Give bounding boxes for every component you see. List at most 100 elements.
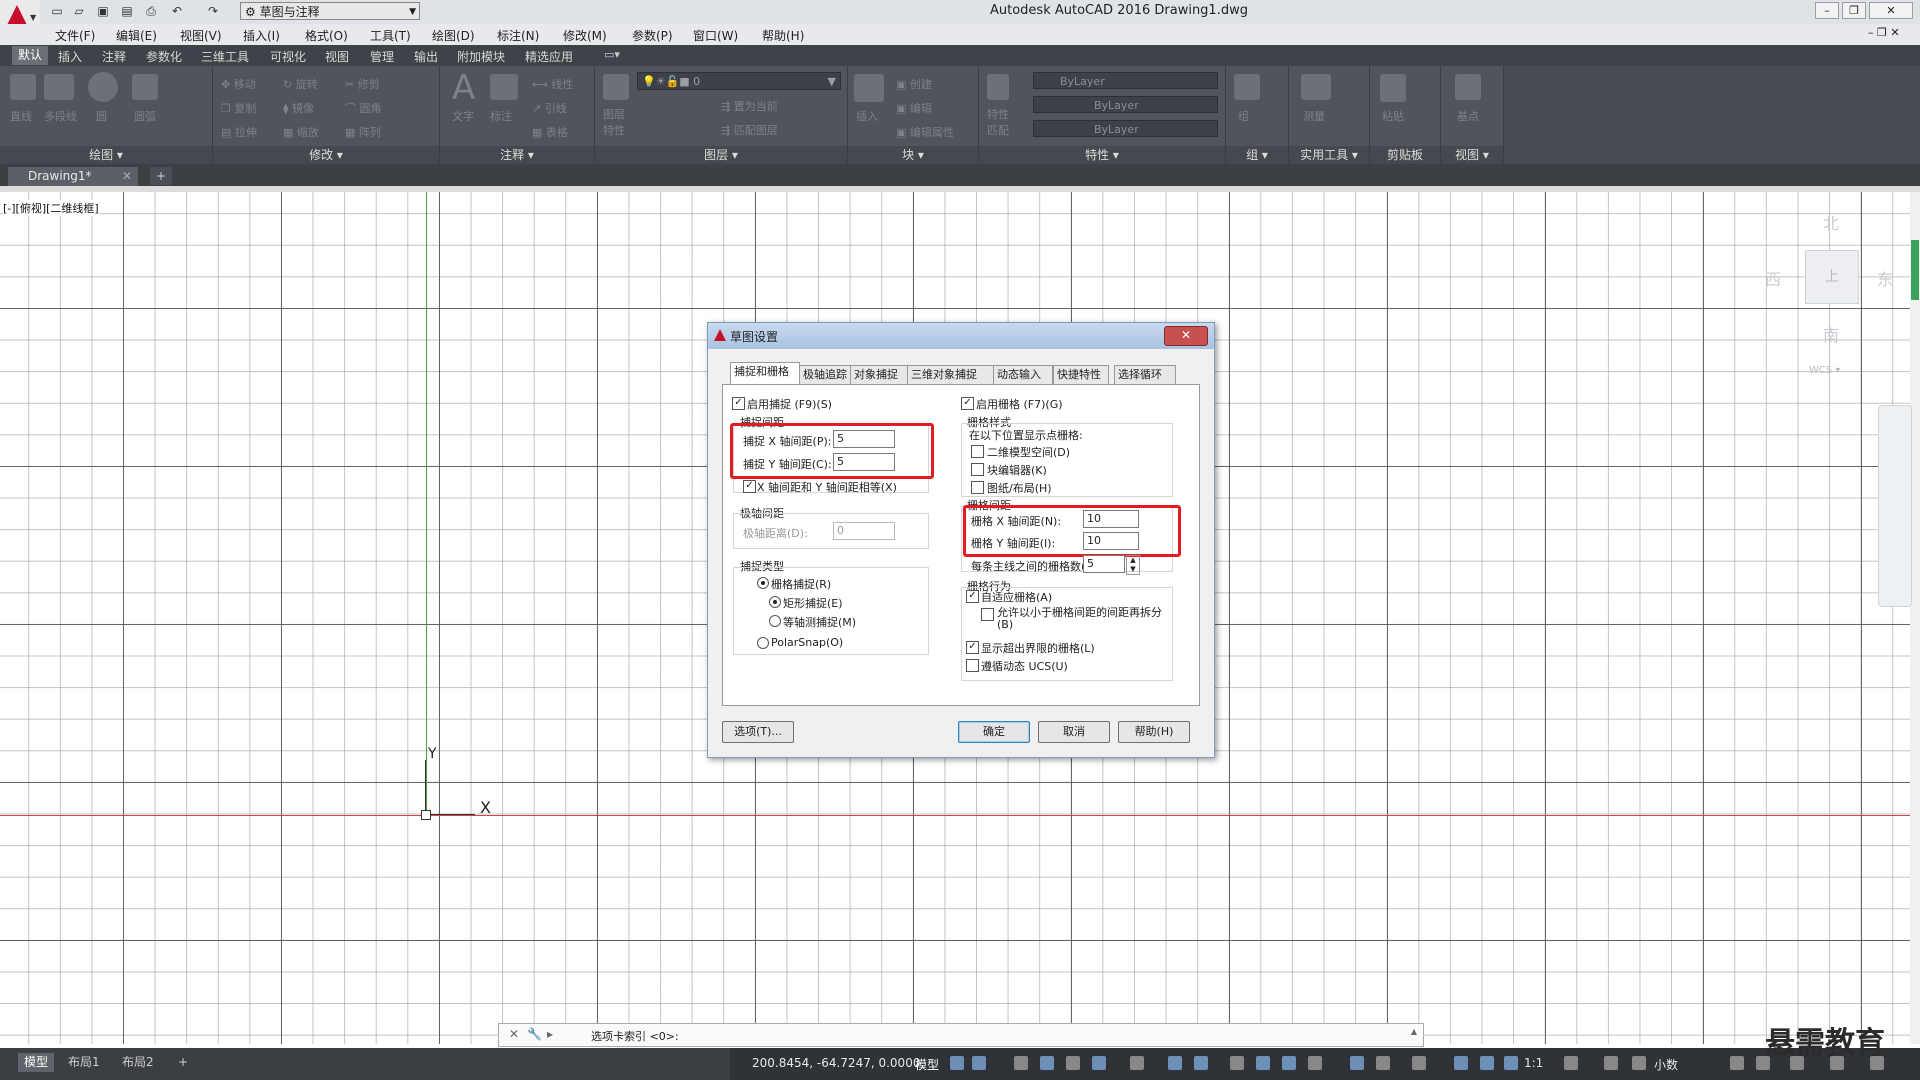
- major-line-spinner[interactable]: ▲ ▼: [1126, 555, 1140, 575]
- menu-item-4[interactable]: 格式(O): [305, 27, 348, 44]
- fillet-button[interactable]: ⌒ 圆角: [345, 100, 382, 116]
- viewport-controls[interactable]: [-][俯视][二维线框]: [3, 200, 99, 216]
- viewcube-top-face[interactable]: 上: [1805, 250, 1859, 304]
- panel-title-annotation[interactable]: 注释 ▾: [440, 146, 594, 164]
- gear-icon[interactable]: [1564, 1056, 1578, 1070]
- measure-icon[interactable]: [1301, 74, 1331, 100]
- lineweight-dropdown[interactable]: ByLayer: [1033, 120, 1218, 137]
- layout-tab-1[interactable]: 布局1: [62, 1053, 106, 1072]
- command-line[interactable]: ✕ 🔧 ▸ 选项卡索引 <0>: ▲: [498, 1023, 1424, 1047]
- layer-properties-icon[interactable]: [603, 74, 629, 100]
- units-dropdown[interactable]: 小数: [1654, 1056, 1678, 1073]
- infer-constraints-icon[interactable]: [1014, 1056, 1028, 1070]
- arc-button-label[interactable]: 圆弧: [134, 108, 156, 124]
- array-button[interactable]: ▦ 阵列: [345, 124, 381, 140]
- snap-on-checkbox[interactable]: ✓: [732, 397, 745, 410]
- linear-button[interactable]: ⟷ 线性: [532, 76, 573, 92]
- set-current-button[interactable]: ⇶ 置为当前: [721, 98, 778, 114]
- ribbon-tab-6[interactable]: 视图: [325, 48, 349, 65]
- stretch-button[interactable]: ▤ 拉伸: [221, 124, 257, 140]
- dialog-tab-0[interactable]: 捕捉和栅格: [730, 362, 800, 385]
- selection-filter-icon[interactable]: [1376, 1056, 1390, 1070]
- menu-item-5[interactable]: 工具(T): [370, 27, 411, 44]
- text-button-label[interactable]: 文字: [452, 108, 474, 124]
- vertical-scrollbar[interactable]: [1910, 192, 1920, 1044]
- edit-attributes-button[interactable]: ▣ 编辑属性: [896, 124, 954, 140]
- close-window-button[interactable]: ✕: [1869, 2, 1913, 19]
- panel-title-clipboard[interactable]: 剪贴板: [1370, 146, 1440, 164]
- scale-button[interactable]: ▦ 缩放: [283, 124, 319, 140]
- layout-tab-2[interactable]: 布局2: [116, 1053, 160, 1072]
- ribbon-tab-0[interactable]: 默认: [12, 46, 49, 65]
- coordinate-readout[interactable]: 200.8454, -64.7247, 0.0000: [752, 1056, 920, 1070]
- ribbon-tab-1[interactable]: 插入: [58, 48, 82, 65]
- add-layout-button[interactable]: +: [172, 1053, 194, 1072]
- close-icon[interactable]: ✕: [509, 1027, 519, 1041]
- ribbon-tab-7[interactable]: 管理: [370, 48, 394, 65]
- major-line-input[interactable]: 5: [1083, 555, 1125, 573]
- base-view-icon[interactable]: [1455, 74, 1481, 100]
- panel-title-utilities[interactable]: 实用工具 ▾: [1289, 146, 1369, 164]
- polarsnap-radio[interactable]: [757, 637, 769, 649]
- annotation-scale-icon[interactable]: [1504, 1056, 1518, 1070]
- ribbon-tab-5[interactable]: 可视化: [270, 48, 306, 65]
- dialog-tab-1[interactable]: 极轴追踪: [799, 365, 854, 384]
- panel-title-properties[interactable]: 特性 ▾: [979, 146, 1225, 164]
- grid-icon[interactable]: [950, 1056, 964, 1070]
- dynamic-ucs-checkbox[interactable]: [966, 659, 979, 672]
- move-button[interactable]: ✥ 移动: [221, 76, 256, 92]
- isometric-snap-radio[interactable]: [769, 615, 781, 627]
- menu-item-6[interactable]: 绘图(D): [432, 27, 475, 44]
- menu-item-9[interactable]: 参数(P): [632, 27, 673, 44]
- block-editor-checkbox[interactable]: [971, 463, 984, 476]
- line-button-label[interactable]: 直线: [10, 108, 32, 124]
- workspace-switcher[interactable]: ⚙ 草图与注释 ▼: [240, 2, 420, 20]
- document-window-controls[interactable]: – ❐ ✕: [1868, 26, 1900, 39]
- menu-item-11[interactable]: 帮助(H): [762, 27, 804, 44]
- base-view-label[interactable]: 基点: [1457, 108, 1479, 124]
- panel-title-groups[interactable]: 组 ▾: [1226, 146, 1288, 164]
- paste-label[interactable]: 粘贴: [1382, 108, 1404, 124]
- menu-item-2[interactable]: 视图(V): [180, 27, 222, 44]
- wrench-icon[interactable]: 🔧: [527, 1027, 542, 1041]
- panel-title-view[interactable]: 视图 ▾: [1441, 146, 1503, 164]
- new-file-icon[interactable]: ▭: [48, 3, 66, 20]
- menu-item-8[interactable]: 修改(M): [563, 27, 607, 44]
- cancel-button[interactable]: 取消: [1038, 721, 1110, 743]
- ribbon-tab-2[interactable]: 注释: [102, 48, 126, 65]
- compass-west[interactable]: 西: [1765, 266, 1781, 290]
- compass-north[interactable]: 北: [1823, 210, 1839, 234]
- isolate-objects-icon[interactable]: [1632, 1056, 1646, 1070]
- restore-button[interactable]: ❐: [1842, 2, 1866, 19]
- menu-item-10[interactable]: 窗口(W): [693, 27, 738, 44]
- menu-item-1[interactable]: 编辑(E): [116, 27, 157, 44]
- edit-block-button[interactable]: ▣ 编辑: [896, 100, 932, 116]
- 3d-osnap-icon[interactable]: [1308, 1056, 1322, 1070]
- rectangular-snap-radio[interactable]: [769, 596, 781, 608]
- insert-block-icon[interactable]: [854, 74, 884, 102]
- text-icon[interactable]: A: [452, 68, 475, 108]
- selection-cycling-icon[interactable]: [1282, 1056, 1296, 1070]
- insert-block-label[interactable]: 插入: [856, 108, 878, 124]
- quick-properties-icon[interactable]: [1730, 1056, 1744, 1070]
- panel-title-layers[interactable]: 图层 ▾: [595, 146, 847, 164]
- lineweight-icon[interactable]: [1230, 1056, 1244, 1070]
- trim-button[interactable]: ✂ 修剪: [345, 76, 380, 92]
- layout-tab-model[interactable]: 模型: [18, 1053, 55, 1072]
- arc-icon[interactable]: [132, 74, 158, 100]
- gizmo-icon[interactable]: [1412, 1056, 1426, 1070]
- leader-button[interactable]: ↗ 引线: [532, 100, 567, 116]
- polar-distance-input[interactable]: 0: [833, 522, 895, 540]
- dialog-title-bar[interactable]: 草图设置 ✕: [708, 323, 1214, 349]
- panel-title-draw[interactable]: 绘图 ▾: [0, 146, 212, 164]
- table-button[interactable]: ▦ 表格: [532, 124, 568, 140]
- copy-button[interactable]: ❐ 复制: [221, 100, 256, 116]
- beyond-limits-checkbox[interactable]: ✓: [966, 641, 979, 654]
- mirror-button[interactable]: ⧫ 镜像: [283, 100, 314, 116]
- measure-label[interactable]: 测量: [1303, 108, 1325, 124]
- grid-snap-radio[interactable]: [757, 577, 769, 589]
- snap-mode-icon[interactable]: [972, 1056, 986, 1070]
- print-icon[interactable]: ⎙: [142, 3, 160, 20]
- model-space-checkbox[interactable]: [971, 445, 984, 458]
- color-dropdown[interactable]: ByLayer: [1033, 72, 1218, 89]
